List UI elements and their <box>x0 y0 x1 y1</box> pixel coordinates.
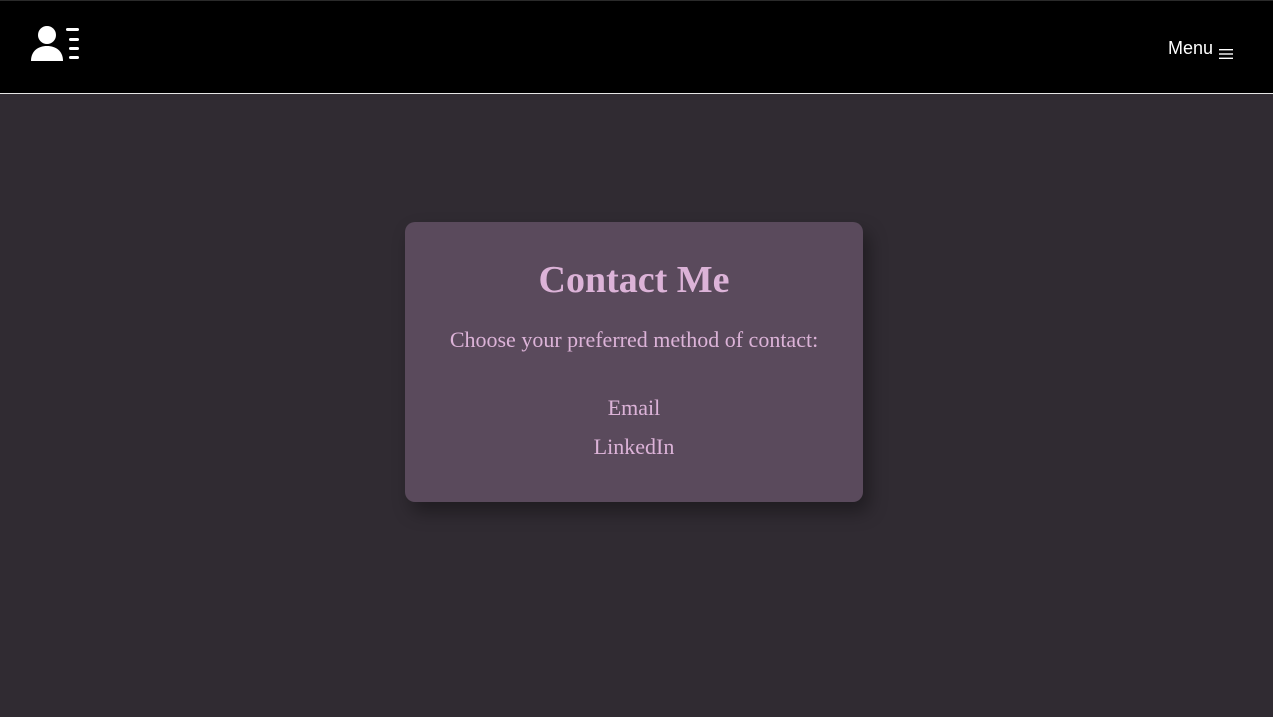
menu-button[interactable]: Menu <box>1168 37 1233 59</box>
linkedin-link[interactable]: LinkedIn <box>594 434 675 459</box>
hamburger-icon <box>1219 44 1233 59</box>
email-link[interactable]: Email <box>608 395 661 420</box>
list-item: LinkedIn <box>405 427 863 466</box>
contact-instructions: Choose your preferred method of contact: <box>449 327 819 352</box>
person-list-icon[interactable] <box>30 25 82 63</box>
contact-options-list: Email LinkedIn <box>405 388 863 466</box>
menu-label: Menu <box>1167 37 1213 58</box>
page-title: Contact Me <box>538 259 730 301</box>
top-navigation-bar: Menu <box>0 0 1273 94</box>
list-item: Email <box>405 388 863 427</box>
contact-card: Contact Me Choose your preferred method … <box>405 222 863 502</box>
